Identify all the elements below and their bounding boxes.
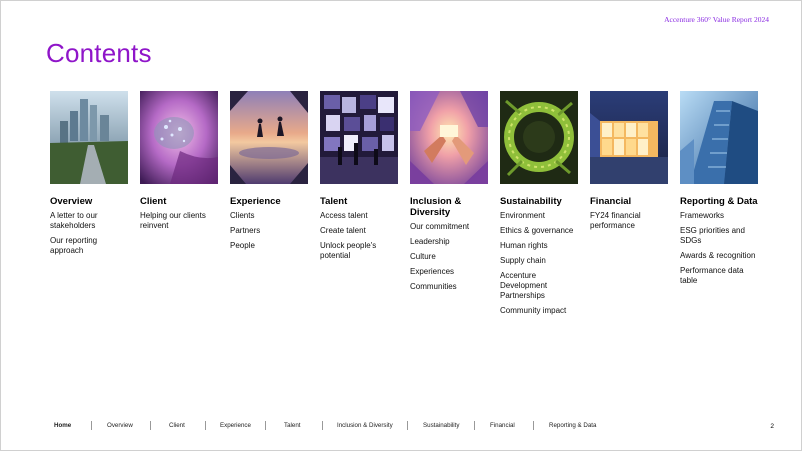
- link-communities[interactable]: Communities: [410, 282, 488, 292]
- nav-divider: [474, 421, 475, 430]
- page-number: 2: [770, 423, 774, 430]
- nav-divider: [407, 421, 408, 430]
- section-title[interactable]: Talent: [320, 196, 398, 207]
- experience-image[interactable]: [230, 91, 308, 184]
- section-title[interactable]: Experience: [230, 196, 308, 207]
- overview-image[interactable]: [50, 91, 128, 184]
- section-title[interactable]: Reporting & Data: [680, 196, 758, 207]
- link-fy24-financial-performance[interactable]: FY24 financial performance: [590, 211, 668, 231]
- reporting-data-image[interactable]: [680, 91, 758, 184]
- nav-client[interactable]: Client: [169, 422, 185, 429]
- section-sustainability: Sustainability Environment Ethics & gove…: [500, 91, 578, 321]
- link-clients[interactable]: Clients: [230, 211, 308, 221]
- financial-image[interactable]: [590, 91, 668, 184]
- link-helping-clients[interactable]: Helping our clients reinvent: [140, 211, 218, 231]
- link-experiences[interactable]: Experiences: [410, 267, 488, 277]
- section-talent: Talent Access talent Create talent Unloc…: [320, 91, 398, 266]
- nav-divider: [322, 421, 323, 430]
- section-title[interactable]: Client: [140, 196, 218, 207]
- page-title: Contents: [46, 38, 152, 68]
- nav-home[interactable]: Home: [54, 422, 71, 429]
- section-title[interactable]: Inclusion & Diversity: [410, 196, 488, 218]
- section-title[interactable]: Sustainability: [500, 196, 578, 207]
- section-title[interactable]: Financial: [590, 196, 668, 207]
- section-financial: Financial FY24 financial performance: [590, 91, 668, 236]
- nav-divider: [265, 421, 266, 430]
- link-performance-data-table[interactable]: Performance data table: [680, 266, 758, 286]
- link-supply-chain[interactable]: Supply chain: [500, 256, 578, 266]
- link-our-commitment[interactable]: Our commitment: [410, 222, 488, 232]
- link-ethics-governance[interactable]: Ethics & governance: [500, 226, 578, 236]
- nav-divider: [150, 421, 151, 430]
- section-experience: Experience Clients Partners People: [230, 91, 308, 256]
- link-esg-priorities[interactable]: ESG priorities and SDGs: [680, 226, 758, 246]
- link-community-impact[interactable]: Community impact: [500, 306, 578, 316]
- link-create-talent[interactable]: Create talent: [320, 226, 398, 236]
- section-client: Client Helping our clients reinvent: [140, 91, 218, 236]
- section-reporting-data: Reporting & Data Frameworks ESG prioriti…: [680, 91, 758, 291]
- nav-divider: [205, 421, 206, 430]
- link-awards-recognition[interactable]: Awards & recognition: [680, 251, 758, 261]
- link-leadership[interactable]: Leadership: [410, 237, 488, 247]
- nav-inclusion-diversity[interactable]: Inclusion & Diversity: [337, 422, 393, 429]
- nav-financial[interactable]: Financial: [490, 422, 515, 429]
- link-culture[interactable]: Culture: [410, 252, 488, 262]
- nav-reporting-data[interactable]: Reporting & Data: [549, 422, 596, 429]
- nav-sustainability[interactable]: Sustainability: [423, 422, 459, 429]
- section-overview: Overview A letter to our stakeholders Ou…: [50, 91, 128, 261]
- section-title[interactable]: Overview: [50, 196, 128, 207]
- link-people[interactable]: People: [230, 241, 308, 251]
- client-image[interactable]: [140, 91, 218, 184]
- talent-image[interactable]: [320, 91, 398, 184]
- nav-divider: [533, 421, 534, 430]
- link-partners[interactable]: Partners: [230, 226, 308, 236]
- inclusion-diversity-image[interactable]: [410, 91, 488, 184]
- link-frameworks[interactable]: Frameworks: [680, 211, 758, 221]
- report-title: Accenture 360° Value Report 2024: [664, 15, 769, 24]
- link-letter-to-stakeholders[interactable]: A letter to our stakeholders: [50, 211, 128, 231]
- section-inclusion-diversity: Inclusion & Diversity Our commitment Lea…: [410, 91, 488, 297]
- nav-divider: [91, 421, 92, 430]
- nav-talent[interactable]: Talent: [284, 422, 301, 429]
- footer-nav: Home Overview Client Experience Talent I…: [0, 420, 802, 434]
- link-access-talent[interactable]: Access talent: [320, 211, 398, 221]
- link-human-rights[interactable]: Human rights: [500, 241, 578, 251]
- nav-experience[interactable]: Experience: [220, 422, 251, 429]
- link-unlock-potential[interactable]: Unlock people's potential: [320, 241, 398, 261]
- sustainability-image[interactable]: [500, 91, 578, 184]
- link-development-partnerships[interactable]: Accenture Development Partnerships: [500, 271, 578, 301]
- link-reporting-approach[interactable]: Our reporting approach: [50, 236, 128, 256]
- nav-overview[interactable]: Overview: [107, 422, 133, 429]
- link-environment[interactable]: Environment: [500, 211, 578, 221]
